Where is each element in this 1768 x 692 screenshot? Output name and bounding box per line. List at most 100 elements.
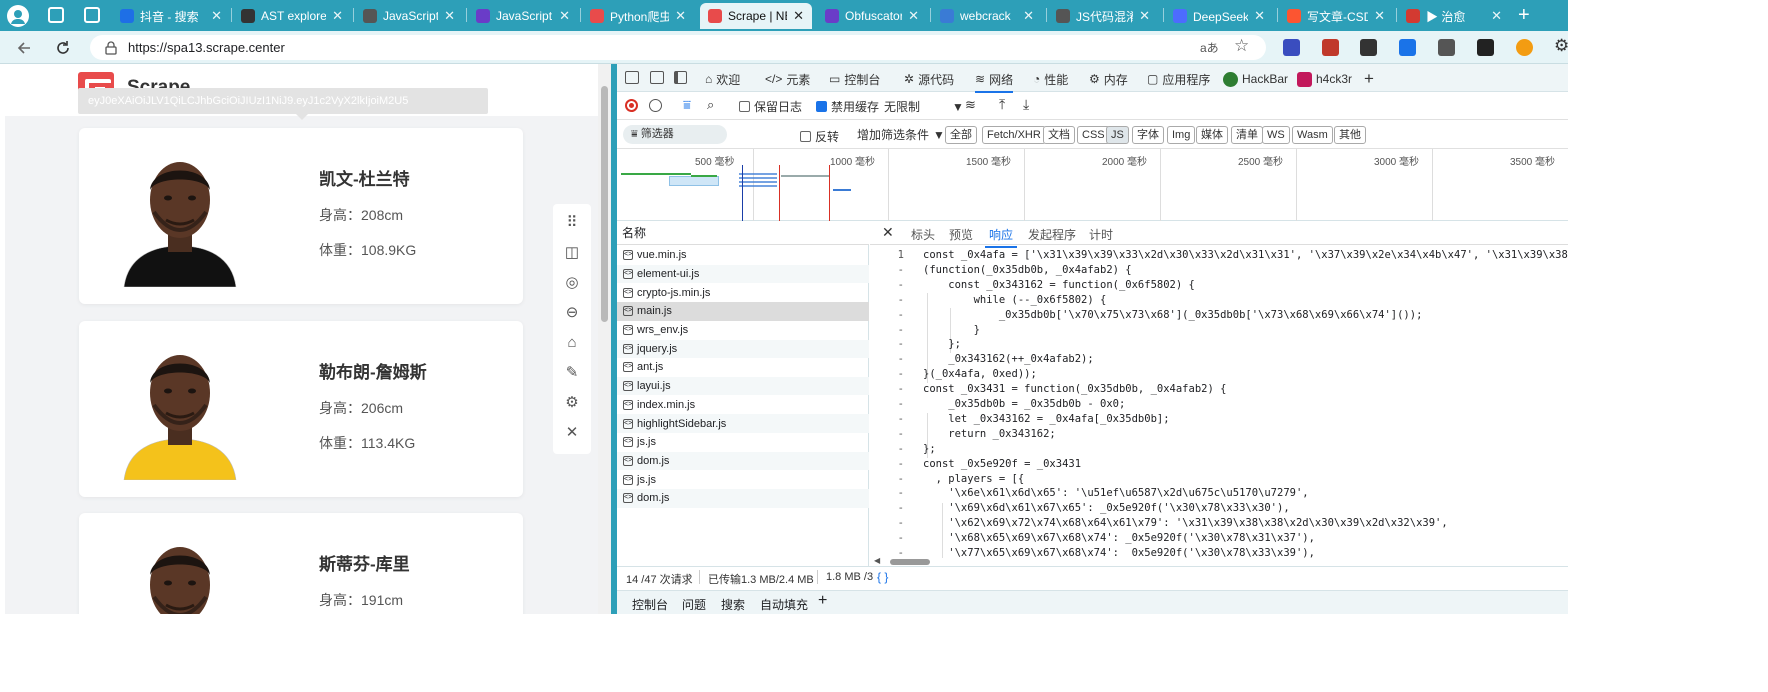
extension-fox-icon[interactable] [1516, 39, 1533, 56]
filter-input[interactable]: ⩸ 筛选器 [623, 125, 727, 144]
throttle-select[interactable]: 无限制 ▼ [884, 98, 964, 115]
browser-tab[interactable]: 抖音 - 搜索 ✕ [112, 3, 230, 29]
import-har-icon[interactable]: ⤒ [999, 96, 1005, 113]
tab-close-icon[interactable]: ✕ [559, 8, 570, 24]
request-row[interactable]: <> jquery.js [617, 339, 869, 359]
drawer-tab-issues[interactable]: 问题 [682, 596, 706, 613]
page-scrollbar[interactable] [598, 64, 611, 614]
filter-type-button[interactable]: CSS [1077, 126, 1110, 144]
tab-close-icon[interactable]: ✕ [1374, 8, 1385, 24]
browser-tab[interactable]: JavaScript Ob ✕ [355, 3, 463, 29]
new-tab-button[interactable]: + [1518, 4, 1530, 27]
tab-close-icon[interactable]: ✕ [1023, 8, 1034, 24]
request-row[interactable]: <> index.min.js [617, 396, 869, 415]
reload-button[interactable] [52, 37, 74, 59]
browser-tab[interactable]: JS代码混淆还 ✕ [1048, 3, 1158, 29]
request-row[interactable]: <> element-ui.js [617, 264, 869, 284]
device-toolbar-icon[interactable] [650, 71, 664, 84]
network-overview[interactable]: 500 毫秒 1000 毫秒 1500 毫秒 2000 毫秒 2500 毫秒 3000 毫… [617, 149, 1568, 221]
tab-close-icon[interactable]: ✕ [1491, 8, 1502, 24]
filter-type-button[interactable]: Fetch/XHR [982, 126, 1046, 144]
browser-tab[interactable]: Python爬虫第 ✕ [582, 3, 694, 29]
filter-type-button[interactable]: 其他 [1334, 126, 1366, 144]
drawer-tab-autofill[interactable]: 自动填充 [760, 596, 808, 613]
drawer-add-icon[interactable]: + [818, 592, 827, 610]
extension-star-icon[interactable] [1399, 39, 1416, 56]
tab-memory[interactable]: ⚙ 内存 [1089, 69, 1128, 89]
extension-puzzle-icon[interactable] [1438, 39, 1455, 56]
dock-side-icon[interactable] [674, 71, 687, 84]
filter-type-button[interactable]: 全部 [945, 126, 977, 144]
browser-tab[interactable]: Obfuscator.io ✕ [817, 3, 927, 29]
network-conditions-icon[interactable]: ≋ [965, 97, 976, 113]
tab-h4ck3r[interactable]: h4ck3r [1297, 69, 1352, 89]
tab-console[interactable]: ▭ 控制台 [829, 69, 880, 89]
request-row[interactable]: <> wrs_env.js [617, 321, 869, 340]
export-har-icon[interactable]: ⤓ [1023, 96, 1029, 113]
tab-close-icon[interactable]: ✕ [675, 8, 686, 24]
request-row[interactable]: <> dom.js [617, 489, 869, 508]
tab-performance[interactable]: ◔ 性能 [1033, 69, 1068, 89]
drawer-tab-console[interactable]: 控制台 [632, 596, 668, 613]
filter-toggle-icon[interactable]: ⩸ [683, 97, 691, 113]
drag-handle-icon[interactable]: ⠿ [562, 212, 582, 232]
disable-cache-checkbox[interactable]: 禁用缓存 [816, 98, 879, 115]
close-details-icon[interactable]: ✕ [882, 224, 894, 241]
split-view-icon[interactable]: ◫ [562, 242, 582, 262]
tab-close-icon[interactable]: ✕ [908, 8, 919, 24]
pretty-print-button[interactable]: { } [877, 570, 888, 584]
filter-type-button[interactable]: Wasm [1292, 126, 1333, 144]
tab-elements[interactable]: </> 元素 [765, 69, 810, 89]
filter-type-button[interactable]: WS [1262, 126, 1290, 144]
more-filters-dropdown[interactable]: 增加筛选条件 ▼ [857, 126, 945, 143]
settings-gear-icon[interactable]: ⚙ [1554, 36, 1569, 56]
tab-initiator[interactable]: 发起程序 [1028, 226, 1076, 243]
edit-note-icon[interactable]: ✎ [562, 362, 582, 382]
browser-tab[interactable]: Scrape | NBA ✕ [700, 3, 812, 29]
browser-tab[interactable]: ▶ 治愈 ✕ [1398, 3, 1510, 29]
inspect-element-icon[interactable] [625, 71, 639, 84]
player-card[interactable]: 勒布朗-詹姆斯 身高：206cm 体重：113.4KG [79, 321, 523, 497]
tab-application[interactable]: ▢ 应用程序 [1147, 69, 1210, 89]
request-row[interactable]: <> ant.js [617, 358, 869, 377]
extension-badge-icon[interactable] [1283, 39, 1300, 56]
request-row[interactable]: <> layui.js [617, 376, 869, 396]
browser-tab[interactable]: JavaScript De ✕ [468, 3, 578, 29]
address-bar[interactable]: https://spa13.scrape.center [90, 35, 1266, 60]
vertical-tabs-icon[interactable] [84, 7, 100, 23]
tab-close-icon[interactable]: ✕ [793, 8, 804, 24]
search-icon[interactable]: ⌕ [707, 97, 714, 113]
preserve-log-checkbox[interactable]: 保留日志 [739, 98, 802, 115]
minus-circle-icon[interactable]: ⊖ [562, 302, 582, 322]
filter-type-button[interactable]: 媒体 [1196, 126, 1228, 144]
back-button[interactable] [13, 37, 35, 59]
settings-icon[interactable]: ⚙ [562, 392, 582, 412]
request-row[interactable]: <> main.js [617, 302, 869, 321]
drawer-tab-search[interactable]: 搜索 [721, 596, 745, 614]
scroll-left-icon[interactable]: ◀ [874, 556, 880, 565]
player-card[interactable]: 斯蒂芬-库里 身高：191cm [79, 513, 523, 614]
clear-icon[interactable] [649, 99, 662, 112]
code-hscrollbar[interactable]: ◀ [874, 556, 1544, 566]
tab-headers[interactable]: 标头 [911, 226, 935, 243]
browser-tab[interactable]: AST explorer ✕ [233, 3, 351, 29]
scrollbar-thumb[interactable] [601, 86, 608, 322]
tab-close-icon[interactable]: ✕ [332, 8, 343, 24]
hscroll-thumb[interactable] [890, 559, 930, 565]
read-aloud-icon[interactable]: aあ [1200, 39, 1219, 56]
filter-type-button[interactable]: 字体 [1132, 126, 1164, 144]
extension-glasses-icon[interactable] [1477, 39, 1494, 56]
code-viewer[interactable]: 1 const _0x4afa = ['\x31\x39\x39\x33\x2d\… [870, 245, 1568, 558]
tab-timing[interactable]: 计时 [1089, 226, 1113, 243]
home-icon[interactable]: ⌂ [562, 332, 582, 352]
add-tool-button[interactable]: + [1364, 69, 1374, 89]
tab-close-icon[interactable]: ✕ [211, 8, 222, 24]
tab-response[interactable]: 响应 [984, 226, 1018, 248]
request-row[interactable]: <> crypto-js.min.js [617, 283, 869, 302]
player-card[interactable]: 凯文-杜兰特 身高：208cm 体重：108.9KG [79, 128, 523, 304]
filter-type-button[interactable]: 文档 [1043, 126, 1075, 144]
invert-checkbox[interactable]: 反转 [800, 128, 839, 145]
filter-type-button[interactable]: JS [1106, 126, 1129, 144]
tab-close-icon[interactable]: ✕ [1139, 8, 1150, 24]
tab-preview[interactable]: 预览 [949, 226, 973, 243]
